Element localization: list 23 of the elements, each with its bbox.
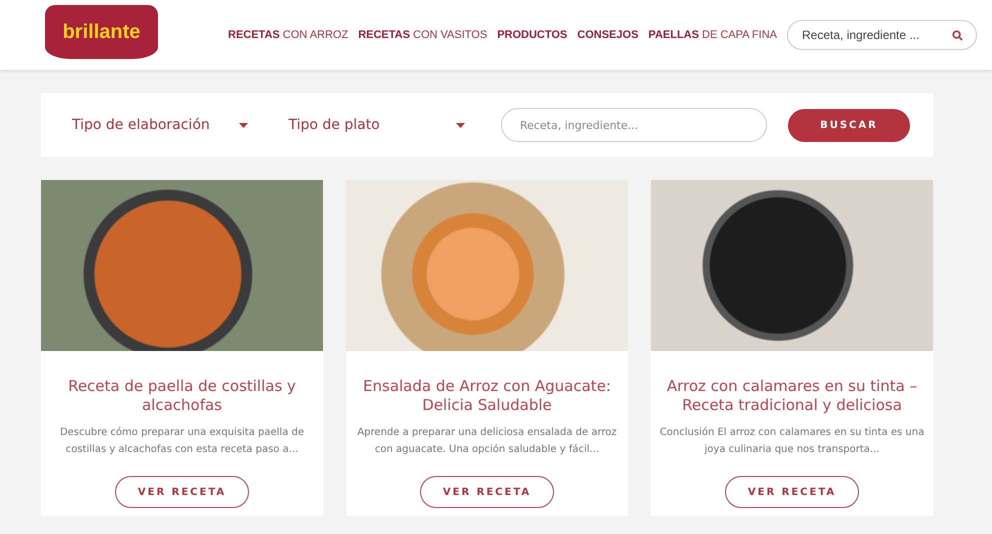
view-recipe-button[interactable]: VER RECETA [420, 476, 554, 508]
dropdown[interactable]: Tipo de plato [288, 117, 465, 133]
nav-link[interactable]: CONSEJOS [577, 29, 638, 41]
caret-icon [239, 122, 248, 128]
nav-link[interactable]: PAELLAS DE CAPA FINA [648, 29, 777, 41]
recipe-title[interactable]: Ensalada de Arroz con Aguacate: Delicia Saludable [358, 377, 616, 415]
recipe-excerpt: Aprende a preparar una deliciosa ensalada de arroz con aguacate. Una opción saludable y fácil... [356, 426, 618, 457]
nav-link[interactable]: RECETAS CON VASITOS [358, 29, 488, 41]
recipe-title[interactable]: Arroz con calamares en su tinta – Receta tradicional y deliciosa [663, 377, 921, 415]
view-recipe-button[interactable]: VER RECETA [115, 476, 249, 508]
nav-link[interactable]: RECETAS CON ARROZ [228, 29, 348, 41]
recipe-title[interactable]: Receta de paella de costillas y alcachofas [53, 377, 311, 415]
view-recipe-button[interactable]: VER RECETA [725, 476, 859, 508]
recipe-excerpt: Conclusión El arroz con calamares en su tinta es una joya culinaria que nos transporta... [659, 426, 925, 457]
caret-icon [456, 122, 465, 128]
search-field[interactable]: Receta, ingrediente... [500, 108, 767, 142]
search-icon[interactable] [952, 30, 963, 41]
search-field[interactable]: Receta, ingrediente ... [787, 20, 977, 50]
search-button[interactable]: BUSCAR [788, 108, 910, 142]
brand-logo[interactable]: brillante [45, 5, 158, 59]
nav-link[interactable]: PRODUCTOS [497, 29, 568, 41]
recipe-excerpt: Descubre cómo preparar una exquisita paella de costillas y alcachofas con esta receta paso a... [58, 426, 306, 457]
dropdown[interactable]: Tipo de elaboración [72, 117, 248, 133]
